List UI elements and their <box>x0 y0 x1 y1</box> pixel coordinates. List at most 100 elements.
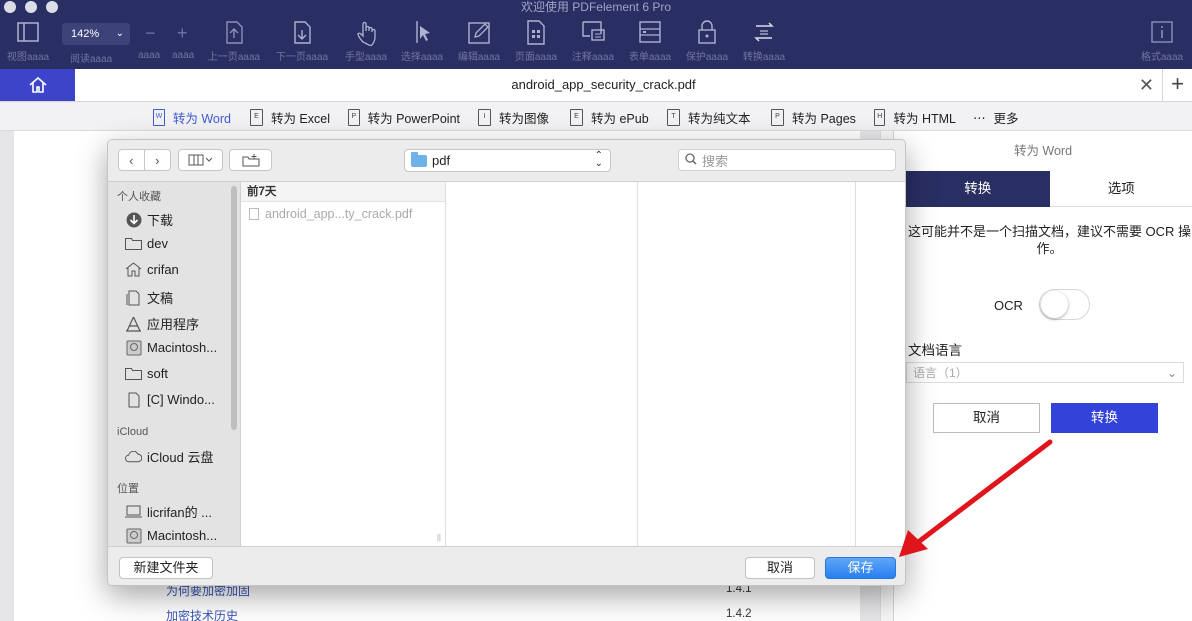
chevron-down-icon: ⌄ <box>115 28 124 39</box>
toolbar-convert-label: 转换aaaa <box>742 52 786 63</box>
dialog-toolbar: ‹ › pdf ⌃ ⌄ 搜索 <box>108 140 905 182</box>
disk-icon <box>125 528 142 543</box>
location-select[interactable]: pdf ⌃ ⌄ <box>404 149 611 172</box>
toolbar-page-button[interactable]: 页面aaaa <box>508 18 564 63</box>
chevron-down-icon: ⌄ <box>1166 366 1177 380</box>
sidebar-item-computer[interactable]: licrifan的 ... <box>125 502 212 521</box>
convert-to-image-label: 转为图像 <box>499 111 550 126</box>
file-column: 前7天 android_app...ty_crack.pdf || <box>241 182 446 546</box>
next-page-icon <box>294 21 311 44</box>
toolbar-format-label: 格式aaaa <box>1140 52 1184 63</box>
convert-to-pages-button[interactable]: P 转为 Pages <box>771 107 856 127</box>
toc-entry[interactable]: 加密技术历史 <box>166 607 238 621</box>
close-icon[interactable]: ✕ <box>1139 75 1154 96</box>
panel-title: 转为 Word <box>1013 144 1073 158</box>
dialog-cancel-button[interactable]: 取消 <box>745 557 815 579</box>
convert-to-powerpoint-button[interactable]: P 转为 PowerPoint <box>348 107 460 127</box>
documents-icon <box>125 290 142 305</box>
toolbar-comment-button[interactable]: 注释aaaa <box>565 18 621 63</box>
sidebar-item-crifan[interactable]: crifan <box>125 262 179 277</box>
toolbar-hand-button[interactable]: 手型aaaa <box>338 18 394 63</box>
panel-convert-button[interactable]: 转换 <box>1051 403 1158 433</box>
convert-to-html-button[interactable]: H 转为 HTML <box>874 107 956 127</box>
toolbar-protect-button[interactable]: 保护aaaa <box>679 18 735 63</box>
dialog-footer: 新建文件夹 取消 保存 <box>108 546 905 585</box>
home-button[interactable] <box>0 69 75 101</box>
toolbar-comment-label: 注释aaaa <box>571 52 615 63</box>
convert-to-epub-label: 转为 ePub <box>591 111 649 126</box>
add-tab-button[interactable]: + <box>1162 69 1192 101</box>
empty-column <box>638 182 856 546</box>
toolbar-convert-button[interactable]: 转换aaaa <box>736 18 792 63</box>
save-button[interactable]: 保存 <box>825 557 896 579</box>
view-mode-select[interactable] <box>178 149 223 171</box>
toolbar-view-label: 视图aaaa <box>6 52 50 63</box>
sidebar-item-windows[interactable]: [C] Windo... <box>125 392 215 407</box>
zoom-select[interactable]: 142% ⌄ <box>62 23 130 45</box>
convert-to-text-button[interactable]: T 转为纯文本 <box>667 107 751 127</box>
new-folder-icon-button[interactable] <box>229 149 272 171</box>
toolbar-form-button[interactable]: 表单aaaa <box>622 18 678 63</box>
more-icon: ⋯ <box>973 110 986 125</box>
sidebar-item-downloads[interactable]: 下载 <box>125 210 173 229</box>
more-button[interactable]: ⋯ 更多 <box>973 107 1019 127</box>
toolbar-next-page-button[interactable]: 下一页aaaa <box>274 18 330 63</box>
word-file-icon: W <box>153 108 165 126</box>
toc-page-number: 1.4.2 <box>726 608 752 620</box>
chevron-left-icon: ‹ <box>129 152 134 168</box>
epub-file-icon: E <box>570 108 583 126</box>
view-icon <box>17 22 39 42</box>
sidebar-item-soft[interactable]: soft <box>125 366 168 381</box>
more-label: 更多 <box>993 111 1019 126</box>
icloud-header: iCloud <box>117 426 149 438</box>
home-icon <box>28 76 47 93</box>
convert-to-text-label: 转为纯文本 <box>688 111 751 126</box>
sidebar-item-label: 应用程序 <box>147 317 200 332</box>
toolbar-protect-label: 保护aaaa <box>685 52 729 63</box>
toolbar-format-button[interactable]: 格式aaaa <box>1134 18 1190 63</box>
convert-icon <box>754 22 774 42</box>
toolbar-edit-button[interactable]: 编辑aaaa <box>451 18 507 63</box>
toolbar-view-button[interactable]: 视图aaaa <box>0 18 56 63</box>
convert-to-excel-label: 转为 Excel <box>270 111 330 126</box>
sidebar-item-documents[interactable]: 文稿 <box>125 288 173 307</box>
sidebar-scrollbar[interactable] <box>231 186 237 430</box>
new-folder-button[interactable]: 新建文件夹 <box>119 557 213 579</box>
zoom-in-button[interactable]: + <box>177 24 188 42</box>
disk-icon <box>125 340 142 355</box>
column-resize-handle[interactable]: || <box>437 533 441 542</box>
forward-button[interactable]: › <box>145 150 170 170</box>
tab-options[interactable]: 选项 <box>1049 171 1192 207</box>
empty-column <box>446 182 638 546</box>
ocr-toggle[interactable] <box>1039 289 1090 320</box>
language-select[interactable]: 语言（1） ⌄ <box>906 362 1184 383</box>
panel-cancel-button[interactable]: 取消 <box>933 403 1040 433</box>
toolbar-prev-page-button[interactable]: 上一页aaaa <box>206 18 262 63</box>
zoom-out-button[interactable]: − <box>145 24 156 42</box>
toolbar-select-button[interactable]: 选择aaaa <box>394 18 450 63</box>
home-icon <box>125 262 142 277</box>
sidebar-item-label: dev <box>147 236 168 251</box>
convert-to-image-button[interactable]: I 转为图像 <box>478 107 549 127</box>
info-icon <box>1151 21 1173 43</box>
sidebar-item-label: soft <box>147 366 168 381</box>
sidebar-item-macintosh[interactable]: Macintosh... <box>125 340 217 355</box>
convert-to-excel-button[interactable]: E 转为 Excel <box>250 107 330 127</box>
sidebar-item-applications[interactable]: 应用程序 <box>125 314 199 333</box>
sidebar-item-dev[interactable]: dev <box>125 236 168 251</box>
back-button[interactable]: ‹ <box>119 150 145 170</box>
document-tab-bar: android_app_security_crack.pdf ✕ + <box>0 69 1192 102</box>
convert-to-word-button[interactable]: W 转为 Word <box>153 107 231 127</box>
document-tab[interactable]: android_app_security_crack.pdf <box>75 69 1132 101</box>
window-title: 欢迎使用 PDFelement 6 Pro <box>520 0 672 14</box>
tab-convert[interactable]: 转换 <box>906 171 1050 207</box>
convert-to-epub-button[interactable]: E 转为 ePub <box>570 107 650 127</box>
history-nav: ‹ › <box>118 149 171 171</box>
convert-to-html-label: 转为 HTML <box>893 111 956 126</box>
search-icon <box>685 152 697 168</box>
sidebar-item-macintosh-hd[interactable]: Macintosh... <box>125 528 217 543</box>
file-item[interactable]: android_app...ty_crack.pdf <box>249 207 412 221</box>
sidebar-item-icloud-drive[interactable]: iCloud 云盘 <box>125 447 213 466</box>
file-icon <box>125 392 142 407</box>
search-input[interactable]: 搜索 <box>678 149 896 171</box>
